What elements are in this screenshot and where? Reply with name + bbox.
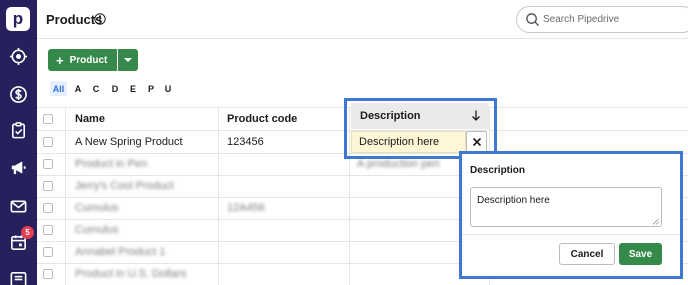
column-divider — [65, 107, 66, 285]
product-name-cell[interactable]: Cumulus — [75, 224, 118, 236]
dollar-icon[interactable] — [9, 85, 28, 104]
add-product-button[interactable]: + Product — [48, 49, 117, 71]
add-product-dropdown[interactable] — [118, 49, 138, 71]
product-name-cell[interactable]: Cumulus — [75, 202, 118, 214]
column-divider — [218, 107, 219, 285]
highlight-box-description-popup — [459, 151, 683, 279]
alpha-filter-c[interactable]: C — [90, 81, 102, 96]
product-description-cell[interactable]: A production pen — [357, 158, 440, 170]
row-checkbox[interactable] — [43, 247, 53, 257]
caret-down-icon — [124, 58, 132, 62]
search-input[interactable] — [543, 11, 683, 28]
alpha-filter-u[interactable]: U — [162, 81, 174, 96]
product-code-cell[interactable]: 123456 — [227, 136, 264, 148]
product-code-cell[interactable]: 12A456 — [227, 202, 265, 214]
megaphone-icon[interactable] — [9, 158, 28, 177]
mail-icon[interactable] — [9, 197, 28, 216]
column-header-name[interactable]: Name — [75, 113, 105, 125]
product-name-cell[interactable]: Annabel Product 1 — [75, 246, 166, 258]
add-product-label: Product — [69, 54, 108, 66]
column-header-product-code[interactable]: Product code — [227, 113, 297, 125]
search-icon — [525, 12, 540, 27]
alpha-filter-p[interactable]: P — [145, 81, 157, 96]
product-name-cell[interactable]: A New Spring Product — [75, 136, 183, 148]
notification-badge: 5 — [21, 226, 34, 239]
row-checkbox[interactable] — [43, 159, 53, 169]
alpha-filter-e[interactable]: E — [127, 81, 139, 96]
row-checkbox[interactable] — [43, 269, 53, 279]
row-checkbox[interactable] — [43, 203, 53, 213]
product-name-cell[interactable]: Product in Pen — [75, 158, 147, 170]
alpha-filter-all[interactable]: All — [50, 81, 67, 96]
alpha-filter-d[interactable]: D — [109, 81, 121, 96]
product-name-cell[interactable]: Jerry's Cool Product — [75, 180, 174, 192]
product-name-cell[interactable]: Product in U.S. Dollars — [75, 268, 186, 280]
highlight-box-description-column — [344, 98, 497, 159]
clipboard-check-icon[interactable] — [9, 121, 28, 140]
pipedrive-logo[interactable]: p — [6, 7, 30, 31]
info-icon[interactable] — [94, 13, 106, 25]
header-divider — [37, 38, 688, 39]
sidebar: p 5 — [0, 0, 37, 285]
select-all-checkbox[interactable] — [43, 114, 53, 124]
search-box[interactable] — [516, 6, 688, 33]
alpha-filter-a[interactable]: A — [72, 81, 84, 96]
row-checkbox[interactable] — [43, 181, 53, 191]
row-checkbox[interactable] — [43, 137, 53, 147]
row-checkbox[interactable] — [43, 225, 53, 235]
contacts-card-icon[interactable] — [9, 270, 28, 285]
plus-icon: + — [56, 52, 64, 68]
target-icon[interactable] — [9, 47, 28, 66]
